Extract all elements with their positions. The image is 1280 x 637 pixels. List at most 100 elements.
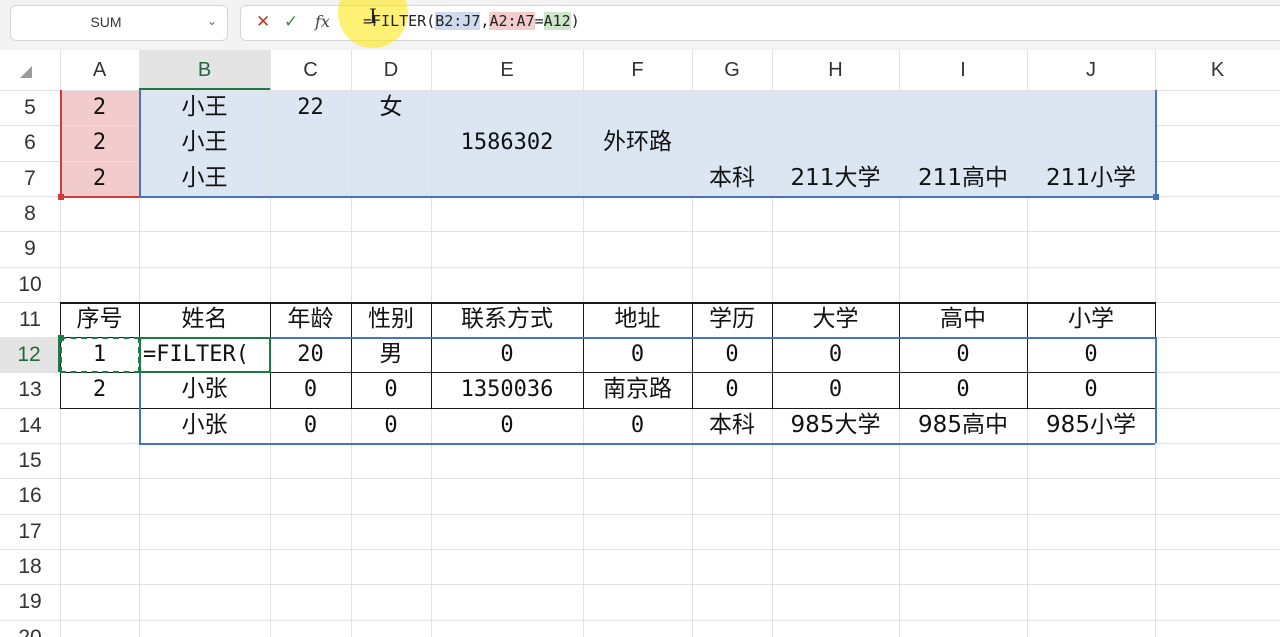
column-header-g[interactable]: G bbox=[692, 50, 772, 90]
cell-e11[interactable]: 联系方式 bbox=[431, 302, 583, 337]
cell-h7[interactable]: 211大学 bbox=[772, 161, 899, 196]
row-header-18[interactable]: 18 bbox=[0, 549, 60, 584]
cell-j14[interactable]: 985小学 bbox=[1027, 408, 1155, 443]
cell-d14[interactable]: 0 bbox=[351, 408, 431, 443]
cell-f12[interactable]: 0 bbox=[583, 337, 692, 372]
cell-i7[interactable]: 211高中 bbox=[899, 161, 1027, 196]
cell-a5[interactable]: 2 bbox=[60, 90, 139, 125]
cell-e12[interactable]: 0 bbox=[431, 337, 583, 372]
active-cell[interactable] bbox=[139, 337, 271, 374]
row-header-9[interactable]: 9 bbox=[0, 231, 60, 266]
cell-c12[interactable]: 20 bbox=[270, 337, 351, 372]
row-header-11[interactable]: 11 bbox=[0, 302, 60, 337]
cell-b5[interactable]: 小王 bbox=[139, 90, 270, 125]
row-header-17[interactable]: 17 bbox=[0, 514, 60, 549]
cell-j11[interactable]: 小学 bbox=[1027, 302, 1155, 337]
cell-b11[interactable]: 姓名 bbox=[139, 302, 270, 337]
cell-i13[interactable]: 0 bbox=[899, 372, 1027, 407]
cell-c5[interactable]: 22 bbox=[270, 90, 351, 125]
row-header-13[interactable]: 13 bbox=[0, 372, 60, 407]
column-header-i[interactable]: I bbox=[899, 50, 1027, 90]
table-border-col bbox=[692, 301, 693, 408]
column-header-d[interactable]: D bbox=[351, 50, 431, 90]
cell-b14[interactable]: 小张 bbox=[139, 408, 270, 443]
column-header-e[interactable]: E bbox=[431, 50, 583, 90]
cell-g7[interactable]: 本科 bbox=[692, 161, 772, 196]
cell-c13[interactable]: 0 bbox=[270, 372, 351, 407]
cell-f11[interactable]: 地址 bbox=[583, 302, 692, 337]
cell-b13[interactable]: 小张 bbox=[139, 372, 270, 407]
cell-b7[interactable]: 小王 bbox=[139, 161, 270, 196]
cell-j12[interactable]: 0 bbox=[1027, 337, 1155, 372]
spill-range-bottom bbox=[139, 443, 1155, 445]
cell-e13[interactable]: 1350036 bbox=[431, 372, 583, 407]
column-header-c[interactable]: C bbox=[270, 50, 351, 90]
cell-d12[interactable]: 男 bbox=[351, 337, 431, 372]
cell-d13[interactable]: 0 bbox=[351, 372, 431, 407]
row-header-5[interactable]: 5 bbox=[0, 90, 60, 125]
table-border-col bbox=[351, 301, 352, 408]
formula-text[interactable]: =FILTER(B2:J7,A2:A7=A12) bbox=[363, 12, 580, 30]
cell-i14[interactable]: 985高中 bbox=[899, 408, 1027, 443]
cell-a13[interactable]: 2 bbox=[60, 372, 139, 407]
row-header-10[interactable]: 10 bbox=[0, 267, 60, 302]
column-header-f[interactable]: F bbox=[583, 50, 692, 90]
column-header-h[interactable]: H bbox=[772, 50, 899, 90]
cell-j13[interactable]: 0 bbox=[1027, 372, 1155, 407]
cell-f14[interactable]: 0 bbox=[583, 408, 692, 443]
check-icon[interactable]: ✓ bbox=[284, 12, 298, 32]
cell-b6[interactable]: 小王 bbox=[139, 125, 270, 160]
table-border-bottom bbox=[60, 407, 1155, 409]
row-header-7[interactable]: 7 bbox=[0, 161, 60, 196]
column-header-k[interactable]: K bbox=[1155, 50, 1280, 90]
row-header-15[interactable]: 15 bbox=[0, 443, 60, 478]
cell-a7[interactable]: 2 bbox=[60, 161, 139, 196]
cell-h12[interactable]: 0 bbox=[772, 337, 899, 372]
cell-e6[interactable]: 1586302 bbox=[431, 125, 583, 160]
cell-h14[interactable]: 985大学 bbox=[772, 408, 899, 443]
column-header-j[interactable]: J bbox=[1027, 50, 1155, 90]
cell-f6[interactable]: 外环路 bbox=[583, 125, 692, 160]
criteria-cell-handle[interactable] bbox=[58, 335, 64, 342]
cell-a11[interactable]: 序号 bbox=[60, 302, 139, 337]
cell-e14[interactable]: 0 bbox=[431, 408, 583, 443]
cell-g14[interactable]: 本科 bbox=[692, 408, 772, 443]
criteria-range-handle[interactable] bbox=[58, 193, 64, 200]
select-all-icon[interactable] bbox=[20, 66, 32, 78]
row-header-6[interactable]: 6 bbox=[0, 125, 60, 160]
formula-close: ) bbox=[570, 12, 580, 30]
spill-range-top bbox=[139, 337, 1155, 340]
row-header-8[interactable]: 8 bbox=[0, 196, 60, 231]
cell-c11[interactable]: 年龄 bbox=[270, 302, 351, 337]
cell-h11[interactable]: 大学 bbox=[772, 302, 899, 337]
column-header-a[interactable]: A bbox=[60, 50, 139, 90]
column-header-b[interactable]: B bbox=[139, 50, 270, 90]
cell-g11[interactable]: 学历 bbox=[692, 302, 772, 337]
formula-range-criteria: A2:A7 bbox=[489, 12, 535, 30]
cell-a6[interactable]: 2 bbox=[60, 125, 139, 160]
function-icon[interactable]: fx bbox=[315, 12, 330, 32]
cell-i11[interactable]: 高中 bbox=[899, 302, 1027, 337]
cell-d5[interactable]: 女 bbox=[351, 90, 431, 125]
row-header-12[interactable]: 12 bbox=[0, 337, 60, 373]
name-box[interactable]: SUM ⌄ bbox=[10, 5, 228, 41]
data-range-handle[interactable] bbox=[1153, 193, 1159, 200]
cell-i12[interactable]: 0 bbox=[899, 337, 1027, 372]
table-border-col bbox=[431, 301, 432, 408]
row-header-19[interactable]: 19 bbox=[0, 584, 60, 619]
grid-line-h bbox=[0, 619, 1280, 621]
grid-line-h bbox=[0, 548, 1280, 550]
grid-line-h bbox=[0, 513, 1280, 515]
cell-d11[interactable]: 性别 bbox=[351, 302, 431, 337]
cell-g13[interactable]: 0 bbox=[692, 372, 772, 407]
cell-c14[interactable]: 0 bbox=[270, 408, 351, 443]
cell-f13[interactable]: 南京路 bbox=[583, 372, 692, 407]
row-header-20[interactable]: 20 bbox=[0, 620, 60, 637]
cell-g12[interactable]: 0 bbox=[692, 337, 772, 372]
chevron-down-icon[interactable]: ⌄ bbox=[207, 14, 217, 28]
row-header-16[interactable]: 16 bbox=[0, 478, 60, 513]
cell-j7[interactable]: 211小学 bbox=[1027, 161, 1155, 196]
cell-h13[interactable]: 0 bbox=[772, 372, 899, 407]
row-header-14[interactable]: 14 bbox=[0, 408, 60, 443]
cancel-icon[interactable]: ✕ bbox=[256, 12, 270, 32]
